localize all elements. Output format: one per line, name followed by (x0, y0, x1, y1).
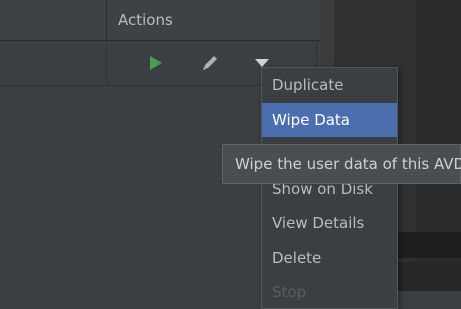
pencil-icon (203, 56, 217, 70)
column-divider[interactable] (106, 0, 107, 40)
cell-divider (106, 41, 107, 85)
wipe-data-tooltip: Wipe the user data of this AVD (222, 144, 461, 184)
avd-actions-menu: Duplicate Wipe Data Cold Boot Now Show o… (261, 67, 398, 309)
dropdown-arrow-icon (255, 59, 269, 67)
table-header: Actions (0, 0, 320, 41)
menu-item-stop[interactable]: Stop (262, 275, 397, 309)
play-icon (150, 56, 162, 70)
menu-item-view-details[interactable]: View Details (262, 206, 397, 240)
launch-button[interactable] (146, 53, 166, 73)
menu-item-duplicate[interactable]: Duplicate (262, 68, 397, 102)
edit-button[interactable] (199, 52, 221, 74)
menu-item-wipe-data[interactable]: Wipe Data (262, 103, 397, 137)
menu-item-delete[interactable]: Delete (262, 241, 397, 275)
actions-column-header[interactable]: Actions (118, 0, 173, 40)
